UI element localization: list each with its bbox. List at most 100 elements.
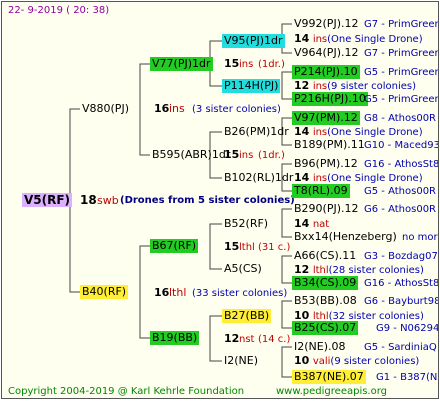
- g1-queen-1[interactable]: B40(RF): [80, 285, 129, 299]
- root-queen-name: V5(RF): [24, 193, 71, 207]
- root-ins: swb: [97, 194, 119, 207]
- g2-name-2: B67(RF): [152, 239, 197, 252]
- g2-note-1: (1dr.): [258, 150, 285, 161]
- g4-breeder-1: G7 - PrimGreen00: [364, 48, 438, 59]
- g4-queen-11[interactable]: B34(CS).09: [292, 276, 359, 290]
- g2-ins-3: nst: [239, 334, 255, 345]
- pedigree-chart: 22- 9-2019 ( 20: 38) Copyright 2004-2019…: [1, 1, 439, 399]
- g1-name-1: B40(RF): [82, 285, 127, 298]
- g3-note-3: (One Single Drone): [327, 173, 423, 184]
- g2-name-0: V77(PJ)1dr: [152, 57, 211, 70]
- g1-ins-0: ins: [169, 102, 185, 115]
- g4-breeder-13: G9 - N06294R: [376, 323, 439, 334]
- g2-note-3: (14 c.): [258, 334, 291, 345]
- g3-name-7: I2(NE): [224, 354, 259, 367]
- g4-breeder-10: G3 - Bozdag07R: [364, 251, 439, 262]
- g1-ins-1: lthl: [169, 286, 187, 299]
- g2-queen-2[interactable]: B67(RF): [150, 239, 199, 253]
- g4-queen-4[interactable]: V97(PM).12: [292, 111, 360, 125]
- g4-name-10: A66(CS).11: [294, 249, 357, 262]
- g4-queen-12[interactable]: B53(BB).08: [292, 294, 359, 308]
- g4-breeder-14: G5 - SardiniaQ: [364, 342, 437, 353]
- g4-queen-5[interactable]: B189(PM).11: [292, 138, 367, 152]
- website-link[interactable]: www.pedigreeapis.org: [276, 385, 387, 398]
- g2-queen-1[interactable]: B595(ABR)1dr: [150, 148, 232, 162]
- g3-name-6: B27(BB): [224, 309, 270, 322]
- g3-num-1: 12: [294, 79, 310, 92]
- g4-breeder-8: G6 - Athos00R: [364, 204, 437, 215]
- g2-queen-0[interactable]: V77(PJ)1dr: [150, 57, 213, 71]
- g2-num-1: 15: [224, 148, 240, 161]
- g2-ins-1: ins: [239, 150, 254, 161]
- g4-name-8: B290(PJ).12: [294, 202, 359, 215]
- g3-drone-5: 12 lthl(28 sister colonies): [294, 263, 424, 277]
- g4-breeder-6: G16 - AthosSt80R: [364, 159, 439, 170]
- g2-name-1: B595(ABR)1dr: [152, 148, 231, 161]
- g4-name-9: Bxx14(Henzeberg): [294, 230, 397, 243]
- g3-queen-0[interactable]: V95(PJ)1dr: [222, 34, 285, 48]
- g4-breeder-12: G6 - Bayburt98-3: [364, 296, 438, 307]
- g4-name-4: V97(PM).12: [294, 111, 358, 124]
- g4-name-12: B53(BB).08: [294, 294, 357, 307]
- g3-num-4: 14: [294, 217, 310, 230]
- g4-queen-3[interactable]: P216H(PJ).10: [292, 92, 368, 106]
- g4-name-2: P214(PJ).10: [294, 65, 358, 78]
- g4-queen-14[interactable]: I2(NE).08: [292, 340, 348, 354]
- g4-queen-2[interactable]: P214(PJ).10: [292, 65, 360, 79]
- g3-name-1: P114H(PJ): [224, 79, 279, 92]
- g3-drone-3: 14 ins(One Single Drone): [294, 171, 423, 185]
- root-queen[interactable]: V5(RF): [22, 193, 73, 207]
- g2-num-2: 15: [224, 240, 240, 253]
- g4-name-7: T8(RL).09: [294, 184, 348, 197]
- g1-name-0: V880(PJ): [82, 102, 129, 115]
- g3-ins-1: ins: [312, 81, 328, 92]
- g4-breeder-4: G8 - Athos00R: [364, 113, 437, 124]
- g3-queen-4[interactable]: B52(RF): [222, 217, 270, 231]
- g4-name-0: V992(PJ).12: [294, 17, 359, 30]
- g4-breeder-11: G16 - AthosSt80R: [364, 278, 439, 289]
- g3-ins-2: ins: [312, 127, 328, 138]
- g3-drone-1: 12 ins(9 sister colonies): [294, 79, 416, 93]
- g4-name-5: B189(PM).11: [294, 138, 365, 151]
- g3-note-2: (One Single Drone): [327, 127, 423, 138]
- g3-queen-2[interactable]: B26(PM)1dr: [222, 125, 291, 139]
- g4-queen-10[interactable]: A66(CS).11: [292, 249, 358, 263]
- g3-name-4: B52(RF): [224, 217, 269, 230]
- g4-queen-9[interactable]: Bxx14(Henzeberg): [292, 230, 399, 244]
- g4-name-15: B387(NE).07: [294, 370, 364, 383]
- g1-note-1: (33 sister colonies): [192, 288, 288, 299]
- g4-breeder-7: G5 - Athos00R: [364, 186, 437, 197]
- g4-queen-0[interactable]: V992(PJ).12: [292, 17, 360, 31]
- g4-name-13: B25(CS).07: [294, 321, 357, 334]
- g4-queen-1[interactable]: V964(PJ).12: [292, 46, 360, 60]
- g3-queen-6[interactable]: B27(BB): [222, 309, 272, 323]
- g3-note-1: (9 sister colonies): [327, 81, 417, 92]
- g3-note-5: (28 sister colonies): [328, 265, 424, 276]
- g4-queen-7[interactable]: T8(RL).09: [292, 184, 350, 198]
- g1-num-1: 16: [154, 286, 170, 299]
- g3-queen-7[interactable]: I2(NE): [222, 354, 260, 368]
- g4-queen-13[interactable]: B25(CS).07: [292, 321, 359, 335]
- g2-num-0: 15: [224, 57, 240, 70]
- g3-drone-7: 10 vali(9 sister colonies): [294, 354, 419, 368]
- g4-queen-6[interactable]: B96(PM).12: [292, 157, 360, 171]
- g4-breeder-9: no more: [402, 232, 438, 243]
- g4-queen-15[interactable]: B387(NE).07: [292, 370, 366, 384]
- g2-queen-3[interactable]: B19(BB): [150, 331, 200, 345]
- g3-num-5: 12: [294, 263, 310, 276]
- g3-num-3: 14: [294, 171, 310, 184]
- g4-name-6: B96(PM).12: [294, 157, 358, 170]
- g3-ins-5: lthl: [312, 265, 329, 276]
- generated-date: 22- 9-2019 ( 20: 38): [8, 5, 110, 16]
- g4-name-1: V964(PJ).12: [294, 46, 359, 59]
- g3-queen-1[interactable]: P114H(PJ): [222, 79, 281, 93]
- g3-queen-3[interactable]: B102(RL)1dr: [222, 171, 295, 185]
- g4-name-3: P216H(PJ).10: [294, 92, 366, 105]
- g1-queen-0[interactable]: V880(PJ): [80, 102, 131, 116]
- g3-drone-4: 14 nat: [294, 217, 329, 231]
- g4-queen-8[interactable]: B290(PJ).12: [292, 202, 361, 216]
- g3-drone-0: 14 ins(One Single Drone): [294, 32, 423, 46]
- g3-queen-5[interactable]: A5(CS): [222, 262, 264, 276]
- g3-name-2: B26(PM)1dr: [224, 125, 289, 138]
- g1-num-0: 16: [154, 102, 170, 115]
